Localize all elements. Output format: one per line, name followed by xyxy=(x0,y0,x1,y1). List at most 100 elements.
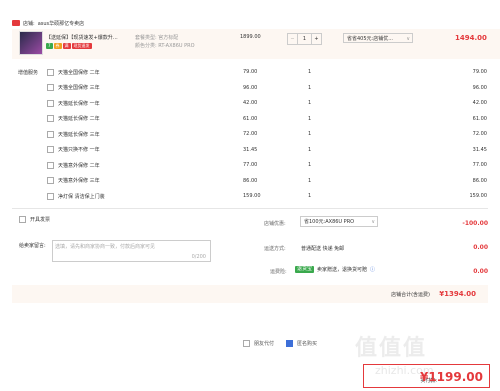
store-discount-amount: -100.00 xyxy=(462,220,488,227)
invoice-option[interactable]: 开具发票 xyxy=(19,216,50,223)
service-checkbox[interactable] xyxy=(47,130,54,138)
note-label: 给卖家留言: xyxy=(19,243,46,249)
payment-amount: ¥1199.00 xyxy=(419,370,483,384)
service-name: 天猫只换不修 一年 xyxy=(58,147,100,153)
service-row: 天猫延长保修 一年 42.00 1 42.00 xyxy=(47,96,487,110)
invoice-label: 开具发票 xyxy=(30,217,51,223)
service-row: 净灯保 清洁保上门装 159.00 1 159.00 xyxy=(47,189,487,203)
product-tags: 7 券满现货速发 xyxy=(46,43,93,49)
service-price: 72.00 xyxy=(243,131,258,137)
chevron-down-icon: ∨ xyxy=(406,36,410,42)
service-price: 42.00 xyxy=(243,100,258,106)
service-name: 天猫全国保修 三年 xyxy=(58,85,100,91)
service-total: 77.00 xyxy=(472,162,487,168)
services-label: 增值服务 xyxy=(18,70,39,76)
product-thumbnail[interactable] xyxy=(19,31,43,55)
option-checkbox[interactable] xyxy=(286,340,294,347)
unit-price: 1899.00 xyxy=(240,34,261,40)
spec-line-1: 套餐类型: 官方标配 xyxy=(135,35,179,41)
service-name: 净灯保 清洁保上门装 xyxy=(58,193,105,200)
product-total: 1494.00 xyxy=(455,34,487,42)
service-checkbox[interactable] xyxy=(47,115,54,122)
insurance-info: 退货宝 卖家赠送，退换货可赔 ⓘ xyxy=(295,266,375,273)
service-price: 61.00 xyxy=(243,115,258,122)
service-qty: 1 xyxy=(308,193,312,199)
service-qty: 1 xyxy=(308,162,312,168)
service-total: 86.00 xyxy=(472,177,487,184)
service-row: 天猫意外保修 二年 77.00 1 77.00 xyxy=(47,158,487,172)
service-name: 天猫全国保修 二年 xyxy=(58,69,100,76)
spec-line-2: 颜色分类: RT-AX86U PRO xyxy=(135,43,195,49)
store-total-label: 店铺合计(含运费) xyxy=(391,292,430,298)
promo-select[interactable]: 省省405元:店铺优... ∨ xyxy=(343,33,413,43)
info-icon[interactable]: ⓘ xyxy=(370,266,375,273)
service-name: 天猫意外保修 二年 xyxy=(58,162,100,169)
product-name-link[interactable]: 【送延保】【现货速发+爆款升… xyxy=(46,34,136,41)
service-price: 96.00 xyxy=(243,84,258,91)
note-textarea[interactable]: 选填，请先和商家协商一致，付款后商家可见 0/200 xyxy=(52,240,211,262)
service-checkbox[interactable] xyxy=(47,68,54,76)
bottom-option[interactable]: 朋友代付 xyxy=(243,340,274,347)
delivery-method: 普通配送 快递 免邮 xyxy=(301,246,345,252)
service-qty: 1 xyxy=(308,115,312,122)
insurance-badge: 退货宝 xyxy=(295,266,315,273)
service-total: 31.45 xyxy=(472,146,487,153)
service-checkbox[interactable] xyxy=(47,84,54,91)
insurance-fee: 0.00 xyxy=(473,268,488,275)
service-price: 86.00 xyxy=(243,177,258,184)
store-total-bar: 店铺合计(含运费) ¥1394.00 xyxy=(12,285,488,303)
option-label: 匿名购买 xyxy=(297,341,318,347)
store-header: 店铺: asus华硕那亿专卖店 xyxy=(12,17,84,29)
service-qty: 1 xyxy=(308,131,312,137)
service-checkbox[interactable] xyxy=(47,99,54,107)
service-checkbox[interactable] xyxy=(47,192,54,200)
product-tag: 7 xyxy=(46,43,53,49)
store-discount-select[interactable]: 省100元:AX86U PRO ∨ xyxy=(300,216,378,227)
option-checkbox[interactable] xyxy=(243,340,250,347)
insurance-label: 运费险: xyxy=(270,269,287,275)
store-name-link[interactable]: asus华硕那亿专卖店 xyxy=(38,20,84,27)
note-counter: 0/200 xyxy=(191,254,206,260)
payment-box: 实付款: ¥1199.00 xyxy=(363,364,490,388)
service-total: 61.00 xyxy=(472,115,487,122)
service-price: 79.00 xyxy=(243,69,258,75)
service-row: 天猫延长保修 三年 72.00 1 72.00 xyxy=(47,127,487,141)
watermark: 值值值 xyxy=(355,336,428,361)
service-name: 天猫延长保修 一年 xyxy=(58,100,100,107)
service-checkbox[interactable] xyxy=(47,161,54,169)
service-qty: 1 xyxy=(308,100,312,106)
insurance-text: 卖家赠送，退换货可赔 xyxy=(317,267,368,273)
bottom-options: 朋友代付 匿名购买 xyxy=(243,340,317,347)
qty-input[interactable]: 1 xyxy=(298,34,312,44)
product-tag: 现货速发 xyxy=(71,43,92,49)
delivery-label: 运送方式: xyxy=(264,246,286,252)
qty-minus-button[interactable]: − xyxy=(288,34,298,44)
store-prefix: 店铺: xyxy=(23,20,35,27)
service-qty: 1 xyxy=(308,146,312,153)
service-name: 天猫延长保修 二年 xyxy=(58,116,100,122)
service-row: 天猫全国保修 二年 79.00 1 79.00 xyxy=(47,65,487,79)
delivery-fee: 0.00 xyxy=(473,244,488,251)
store-icon xyxy=(12,20,20,26)
qty-plus-button[interactable]: + xyxy=(312,34,321,44)
service-checkbox[interactable] xyxy=(47,146,54,153)
store-total-value: ¥1394.00 xyxy=(439,290,476,298)
service-total: 159.00 xyxy=(469,193,488,199)
service-row: 天猫意外保修 三年 86.00 1 86.00 xyxy=(47,174,487,188)
service-row: 天猫全国保修 三年 96.00 1 96.00 xyxy=(47,81,487,95)
invoice-checkbox[interactable] xyxy=(19,216,26,223)
chevron-down-icon: ∨ xyxy=(371,219,375,225)
service-row: 天猫延长保修 二年 61.00 1 61.00 xyxy=(47,112,487,126)
service-total: 42.00 xyxy=(472,100,487,106)
service-checkbox[interactable] xyxy=(47,177,54,184)
service-price: 31.45 xyxy=(243,146,258,153)
service-qty: 1 xyxy=(308,177,312,184)
note-placeholder: 选填，请先和商家协商一致，付款后商家可见 xyxy=(55,244,156,250)
divider xyxy=(12,208,488,209)
service-total: 79.00 xyxy=(472,69,487,75)
promo-select-value: 省省405元:店铺优... xyxy=(347,36,393,42)
service-qty: 1 xyxy=(308,69,312,75)
service-price: 77.00 xyxy=(243,162,258,168)
bottom-option[interactable]: 匿名购买 xyxy=(286,340,317,347)
service-name: 天猫意外保修 三年 xyxy=(58,178,100,184)
